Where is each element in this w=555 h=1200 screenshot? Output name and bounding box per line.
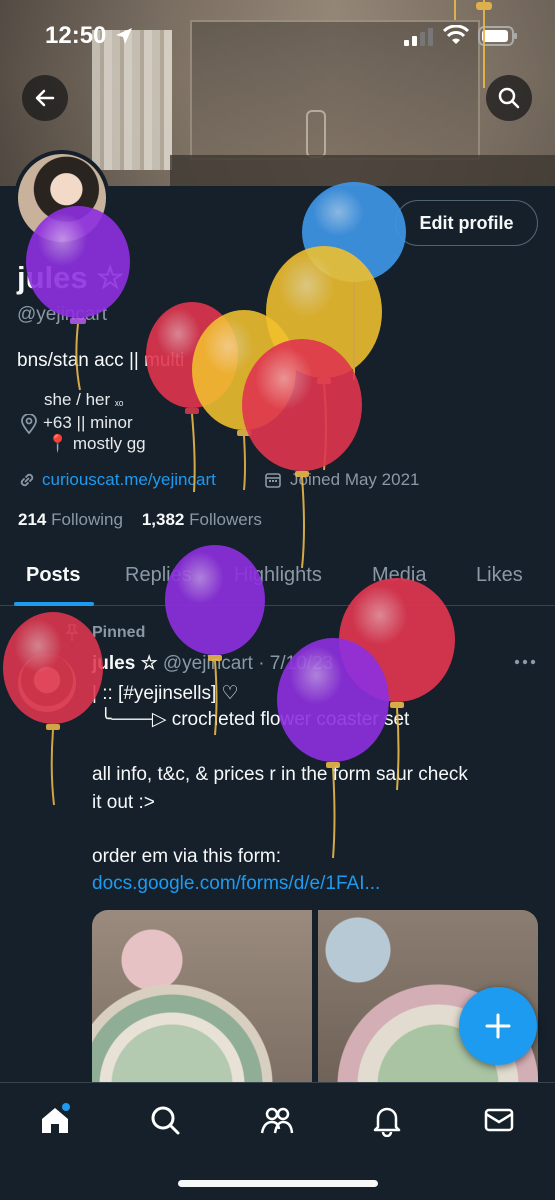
followers-link[interactable]: 1,382 Followers — [142, 510, 262, 529]
search-icon — [498, 87, 520, 109]
location-arrow-icon — [116, 28, 132, 44]
post-text-line: it out :> — [92, 792, 155, 813]
wifi-icon — [443, 25, 469, 44]
arrow-left-icon — [35, 89, 55, 107]
bell-icon[interactable] — [370, 1103, 404, 1137]
post-header: jules ☆ @yejincart · 7/10/23 — [92, 652, 333, 675]
location-pin-icon — [21, 414, 37, 434]
tab-likes[interactable]: Likes — [476, 564, 523, 587]
home-icon[interactable] — [38, 1103, 72, 1137]
home-indicator — [178, 1180, 378, 1187]
red-balloon — [339, 578, 455, 791]
post-text-line: order em via this form: — [92, 846, 281, 867]
tab-highlights[interactable]: Highlights — [234, 564, 322, 587]
yellow-balloon — [266, 246, 382, 471]
bio-line: bns/stan acc || multi — [17, 350, 185, 371]
profile-tabs: Posts Replies Highlights Media Likes — [0, 546, 555, 606]
post-author-handle: @yejincart · 7/10/23 — [162, 653, 334, 674]
post-avatar[interactable] — [18, 654, 76, 712]
search-icon[interactable] — [148, 1103, 182, 1137]
red-balloon — [242, 339, 362, 569]
plus-icon — [485, 1013, 511, 1039]
link-icon — [20, 473, 34, 487]
following-link[interactable]: 214 Following — [18, 510, 123, 529]
status-time: 12:50 — [45, 22, 107, 49]
follow-stats: 214 Following 1,382 Followers — [18, 510, 262, 530]
battery-icon — [478, 26, 517, 46]
profile-avatar[interactable] — [14, 150, 110, 246]
yellow-balloon — [192, 310, 296, 491]
tab-media[interactable]: Media — [372, 564, 426, 587]
profile-link[interactable]: curiouscat.me/yejincart — [18, 470, 216, 490]
communities-icon[interactable] — [260, 1103, 294, 1137]
blue-balloon — [302, 182, 406, 282]
pin-icon — [65, 624, 79, 641]
user-handle: @yejincart — [17, 304, 108, 325]
profile-link-text[interactable]: curiouscat.me/yejincart — [42, 470, 216, 490]
tab-posts[interactable]: Posts — [26, 564, 80, 587]
post-text-line: all info, t&c, & prices r in the form sa… — [92, 764, 468, 785]
post-link[interactable]: docs.google.com/forms/d/e/1FAI... — [92, 873, 380, 895]
join-date-text: Joined May 2021 — [290, 470, 420, 489]
post-author-name[interactable]: jules ☆ — [92, 653, 158, 674]
banner-sill — [170, 155, 555, 186]
pinned-label: Pinned — [92, 624, 146, 641]
bio-line: 📍 mostly gg — [47, 434, 146, 453]
display-name: jules ☆ — [17, 260, 125, 295]
more-options-icon[interactable] — [512, 654, 538, 670]
calendar-icon — [265, 473, 281, 488]
edit-profile-button[interactable]: Edit profile — [395, 200, 538, 246]
active-tab-indicator — [14, 602, 94, 606]
mail-icon[interactable] — [482, 1103, 516, 1137]
status-bar: 12:50 — [0, 0, 555, 72]
tab-replies[interactable]: Replies — [125, 564, 192, 587]
search-button[interactable] — [486, 75, 532, 121]
post-text-line: ╰───▷ crocheted flower coaster set — [100, 709, 410, 730]
post-image[interactable] — [92, 910, 312, 1085]
compose-button[interactable] — [459, 987, 537, 1065]
bio-line: she / her ₓₒ — [44, 390, 124, 409]
bio-line: +63 || minor — [43, 413, 133, 432]
join-date: Joined May 2021 — [264, 470, 419, 490]
back-button[interactable] — [22, 75, 68, 121]
red-balloon — [146, 302, 238, 493]
post-text-line: | :: [#yejinsells] ♡ — [92, 683, 239, 704]
cellular-signal-icon — [404, 28, 433, 46]
banner-vase — [306, 110, 326, 158]
